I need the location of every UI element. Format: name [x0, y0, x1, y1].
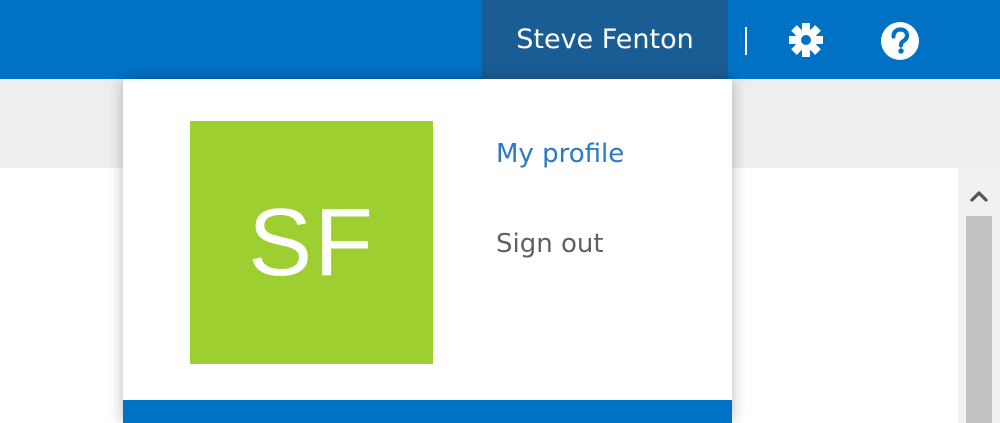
scrollbar-thumb[interactable] [966, 216, 992, 423]
sign-out-link[interactable]: Sign out [496, 229, 604, 259]
dropdown-footer-bar [123, 400, 732, 423]
top-navigation-bar: Steve Fenton [0, 0, 1000, 79]
vertical-scrollbar[interactable] [958, 168, 1000, 423]
profile-dropdown: SF My profile Sign out [123, 79, 732, 423]
my-profile-link[interactable]: My profile [496, 139, 624, 169]
avatar: SF [190, 121, 433, 364]
user-menu-button[interactable]: Steve Fenton [482, 0, 728, 79]
gear-icon[interactable] [786, 20, 826, 60]
help-icon[interactable] [879, 20, 921, 62]
chevron-up-icon[interactable] [958, 182, 1000, 210]
header-divider [745, 27, 747, 55]
